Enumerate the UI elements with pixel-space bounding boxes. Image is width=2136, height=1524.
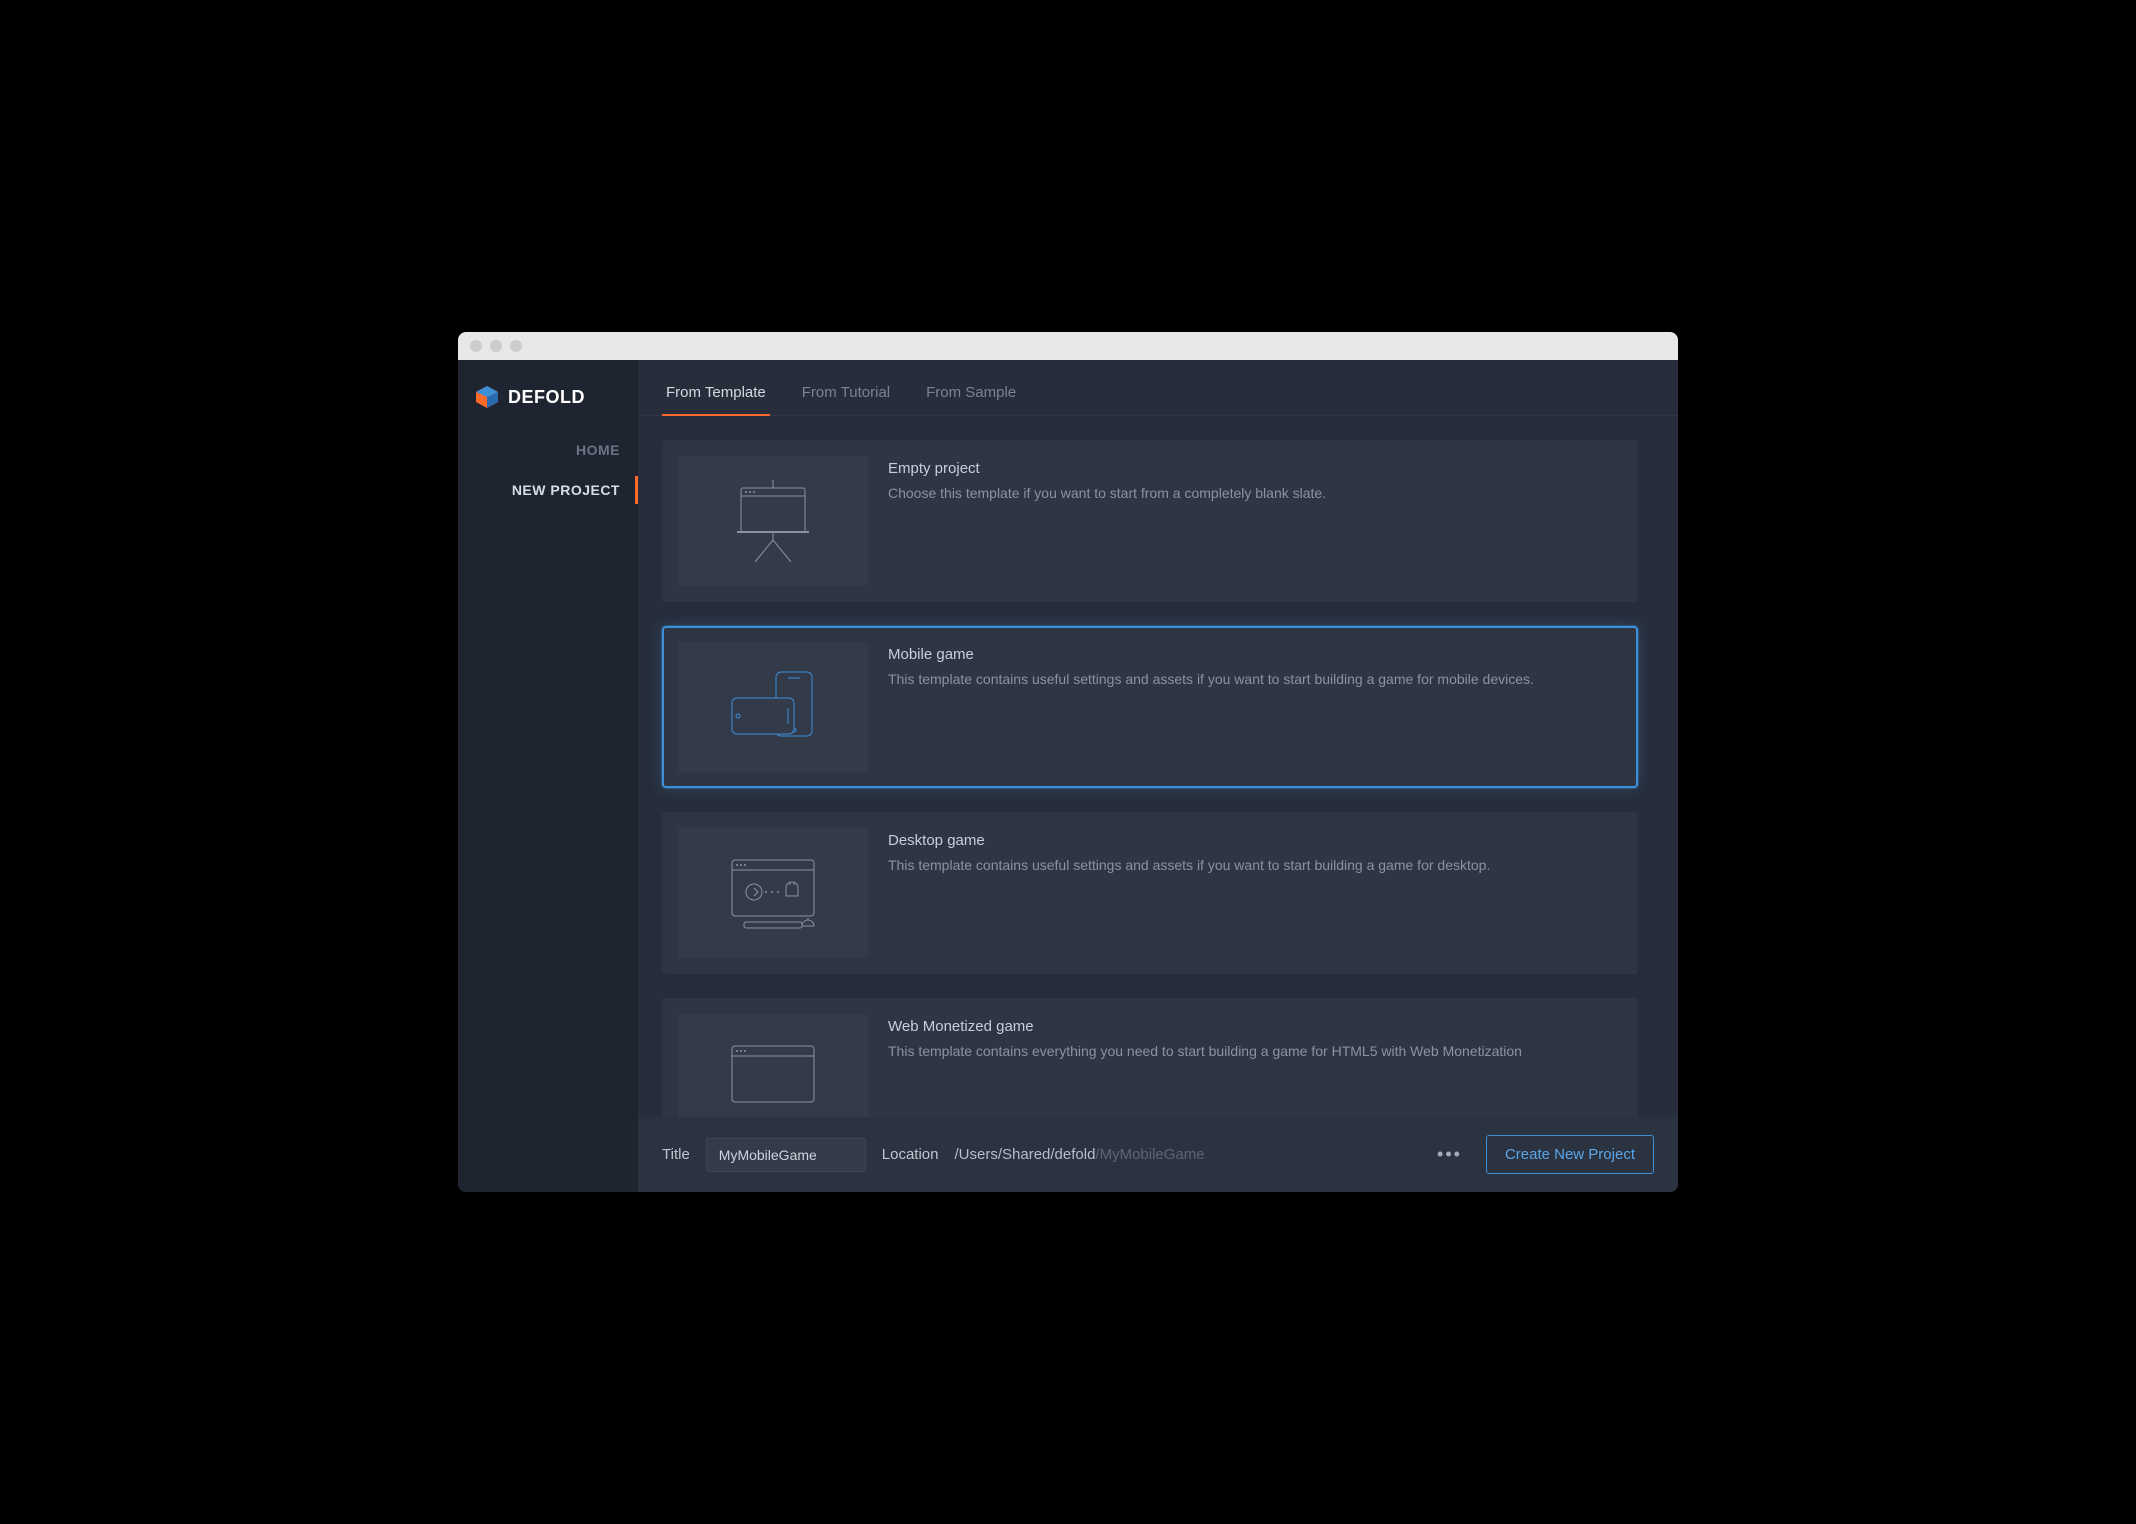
location-browse-button[interactable]: ••• — [1429, 1140, 1470, 1169]
template-card-empty[interactable]: Empty project Choose this template if yo… — [662, 440, 1638, 602]
traffic-light-minimize[interactable] — [490, 340, 502, 352]
tab-from-tutorial[interactable]: From Tutorial — [798, 360, 894, 415]
template-thumb — [678, 642, 868, 772]
template-text: Mobile game This template contains usefu… — [888, 642, 1534, 772]
tab-label: From Sample — [926, 384, 1016, 401]
template-desc: This template contains useful settings a… — [888, 669, 1534, 690]
sidebar-item-home[interactable]: HOME — [458, 430, 638, 470]
create-button-label: Create New Project — [1505, 1146, 1635, 1163]
brand-name: DEFOLD — [508, 387, 585, 408]
tabs: From Template From Tutorial From Sample — [638, 360, 1678, 416]
title-label: Title — [662, 1146, 690, 1163]
tab-label: From Template — [666, 384, 766, 401]
mobile-devices-icon — [718, 662, 828, 752]
template-card-web-monetized[interactable]: Web Monetized game This template contain… — [662, 998, 1638, 1117]
template-thumb — [678, 1014, 868, 1117]
sidebar-nav: HOME NEW PROJECT — [458, 430, 638, 510]
template-card-desktop[interactable]: Desktop game This template contains usef… — [662, 812, 1638, 974]
desktop-icon — [718, 848, 828, 938]
sidebar-item-new-project[interactable]: NEW PROJECT — [458, 470, 638, 510]
traffic-light-zoom[interactable] — [510, 340, 522, 352]
tab-from-sample[interactable]: From Sample — [922, 360, 1020, 415]
template-thumb — [678, 828, 868, 958]
project-title-input[interactable] — [706, 1138, 866, 1172]
template-title: Empty project — [888, 460, 1326, 477]
template-desc: This template contains everything you ne… — [888, 1041, 1522, 1062]
sidebar-item-label: HOME — [576, 442, 620, 458]
template-list[interactable]: Empty project Choose this template if yo… — [638, 416, 1678, 1117]
traffic-light-close[interactable] — [470, 340, 482, 352]
template-title: Mobile game — [888, 646, 1534, 663]
template-text: Desktop game This template contains usef… — [888, 828, 1490, 958]
app-window: DEFOLD HOME NEW PROJECT From Template Fr… — [458, 332, 1678, 1192]
easel-icon — [723, 476, 823, 566]
main-area: DEFOLD HOME NEW PROJECT From Template Fr… — [458, 360, 1678, 1192]
location-base: /Users/Shared/defold — [955, 1146, 1096, 1163]
window-titlebar — [458, 332, 1678, 360]
template-title: Web Monetized game — [888, 1018, 1522, 1035]
content-area: From Template From Tutorial From Sample — [638, 360, 1678, 1192]
template-text: Empty project Choose this template if yo… — [888, 456, 1326, 586]
location-label: Location — [882, 1146, 939, 1163]
tab-label: From Tutorial — [802, 384, 890, 401]
sidebar-item-label: NEW PROJECT — [512, 482, 620, 498]
location-suffix: /MyMobileGame — [1095, 1146, 1204, 1163]
template-title: Desktop game — [888, 832, 1490, 849]
sidebar: DEFOLD HOME NEW PROJECT — [458, 360, 638, 1192]
template-desc: Choose this template if you want to star… — [888, 483, 1326, 504]
brand-logo: DEFOLD — [458, 360, 638, 430]
template-thumb — [678, 456, 868, 586]
template-desc: This template contains useful settings a… — [888, 855, 1490, 876]
footer-bar: Title Location /Users/Shared/defold/MyMo… — [638, 1117, 1678, 1192]
template-card-mobile[interactable]: Mobile game This template contains usefu… — [662, 626, 1638, 788]
tab-from-template[interactable]: From Template — [662, 360, 770, 415]
defold-logo-icon — [474, 384, 500, 410]
location-path: /Users/Shared/defold/MyMobileGame — [955, 1146, 1205, 1163]
create-new-project-button[interactable]: Create New Project — [1486, 1135, 1654, 1174]
template-text: Web Monetized game This template contain… — [888, 1014, 1522, 1117]
web-icon — [718, 1034, 828, 1117]
